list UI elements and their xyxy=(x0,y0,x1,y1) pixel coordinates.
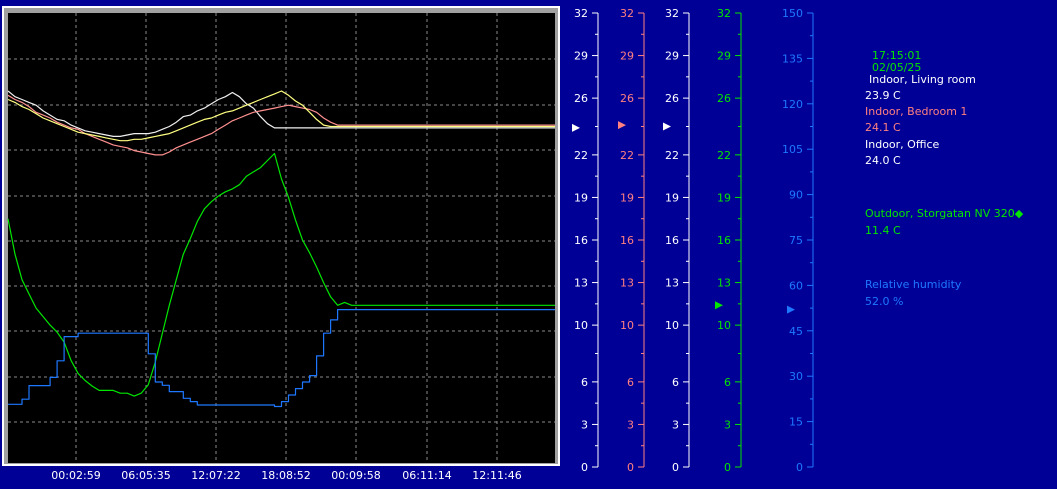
y-tick-label: 26 xyxy=(717,92,731,105)
y-tick-label: 60 xyxy=(789,279,803,292)
x-tick-label: 12:11:46 xyxy=(472,469,521,482)
y-tick-label: 13 xyxy=(574,277,588,290)
x-tick-label: 06:11:14 xyxy=(402,469,451,482)
y-tick-label: 0 xyxy=(627,461,634,474)
y-tick-label: 10 xyxy=(665,319,679,332)
y-tick-label: 26 xyxy=(620,92,634,105)
sensor-name-living-room: Indoor, Living room xyxy=(869,73,976,86)
y-tick-label: 16 xyxy=(620,234,634,247)
y-tick-label: 6 xyxy=(627,376,634,389)
y-tick-label: 3 xyxy=(581,418,588,431)
y-tick-label: 16 xyxy=(717,234,731,247)
y-tick-label: 22 xyxy=(620,149,634,162)
y-tick-label: 29 xyxy=(620,50,634,63)
y-tick-label: 13 xyxy=(620,277,634,290)
y-tick-label: 29 xyxy=(665,50,679,63)
y-tick-label: 19 xyxy=(620,191,634,204)
y-tick-label: 19 xyxy=(717,191,731,204)
y-tick-label: 19 xyxy=(665,191,679,204)
y-tick-label: 3 xyxy=(672,418,679,431)
y-tick-label: 32 xyxy=(717,7,731,20)
x-tick-label: 06:05:35 xyxy=(121,469,170,482)
y-tick-label: 0 xyxy=(672,461,679,474)
y-tick-label: 10 xyxy=(574,319,588,332)
y-tick-label: 135 xyxy=(782,52,803,65)
y-tick-label: 22 xyxy=(574,149,588,162)
x-tick-label: 12:07:22 xyxy=(191,469,240,482)
y-tick-label: 3 xyxy=(627,418,634,431)
y-tick-label: 16 xyxy=(665,234,679,247)
y-tick-label: 10 xyxy=(717,319,731,332)
y-tick-label: 19 xyxy=(574,191,588,204)
y-tick-label: 90 xyxy=(789,189,803,202)
y-tick-label: 30 xyxy=(789,370,803,383)
y-tick-label: 10 xyxy=(620,319,634,332)
sensor-value-outdoor: 11.4 C xyxy=(865,224,901,237)
sensor-value-humidity: 52.0 % xyxy=(865,295,904,308)
y-tick-label: 0 xyxy=(796,461,803,474)
y-tick-label: 26 xyxy=(665,92,679,105)
x-tick-label: 18:08:52 xyxy=(261,469,310,482)
y-tick-label: 15 xyxy=(789,416,803,429)
y-tick-label: 13 xyxy=(717,277,731,290)
y-tick-label: 45 xyxy=(789,325,803,338)
y-tick-label: 22 xyxy=(665,149,679,162)
y-tick-label: 6 xyxy=(672,376,679,389)
sensor-name-humidity: Relative humidity xyxy=(865,278,962,291)
y-tick-label: 105 xyxy=(782,143,803,156)
y-tick-label: 16 xyxy=(574,234,588,247)
y-tick-label: 6 xyxy=(581,376,588,389)
x-tick-label: 00:02:59 xyxy=(51,469,100,482)
y-tick-label: 6 xyxy=(724,376,731,389)
y-tick-label: 13 xyxy=(665,277,679,290)
sensor-value-living-room: 23.9 C xyxy=(865,89,901,102)
y-tick-label: 29 xyxy=(717,50,731,63)
y-tick-label: 32 xyxy=(665,7,679,20)
y-tick-label: 32 xyxy=(574,7,588,20)
sensor-value-office: 24.0 C xyxy=(865,154,901,167)
y-tick-label: 32 xyxy=(620,7,634,20)
y-tick-label: 26 xyxy=(574,92,588,105)
sensor-value-bedroom: 24.1 C xyxy=(865,121,901,134)
y-tick-label: 29 xyxy=(574,50,588,63)
sensor-name-outdoor: Outdoor, Storgatan NV 320◆ xyxy=(865,207,1024,220)
x-tick-label: 00:09:58 xyxy=(331,469,380,482)
sensor-name-office: Indoor, Office xyxy=(865,138,940,151)
y-tick-label: 120 xyxy=(782,98,803,111)
y-tick-label: 3 xyxy=(724,418,731,431)
y-tick-label: 22 xyxy=(717,149,731,162)
y-tick-label: 0 xyxy=(724,461,731,474)
y-tick-label: 0 xyxy=(581,461,588,474)
plot-area xyxy=(8,13,555,463)
y-tick-label: 75 xyxy=(789,234,803,247)
sensor-name-bedroom: Indoor, Bedroom 1 xyxy=(865,105,968,118)
y-tick-label: 150 xyxy=(782,7,803,20)
